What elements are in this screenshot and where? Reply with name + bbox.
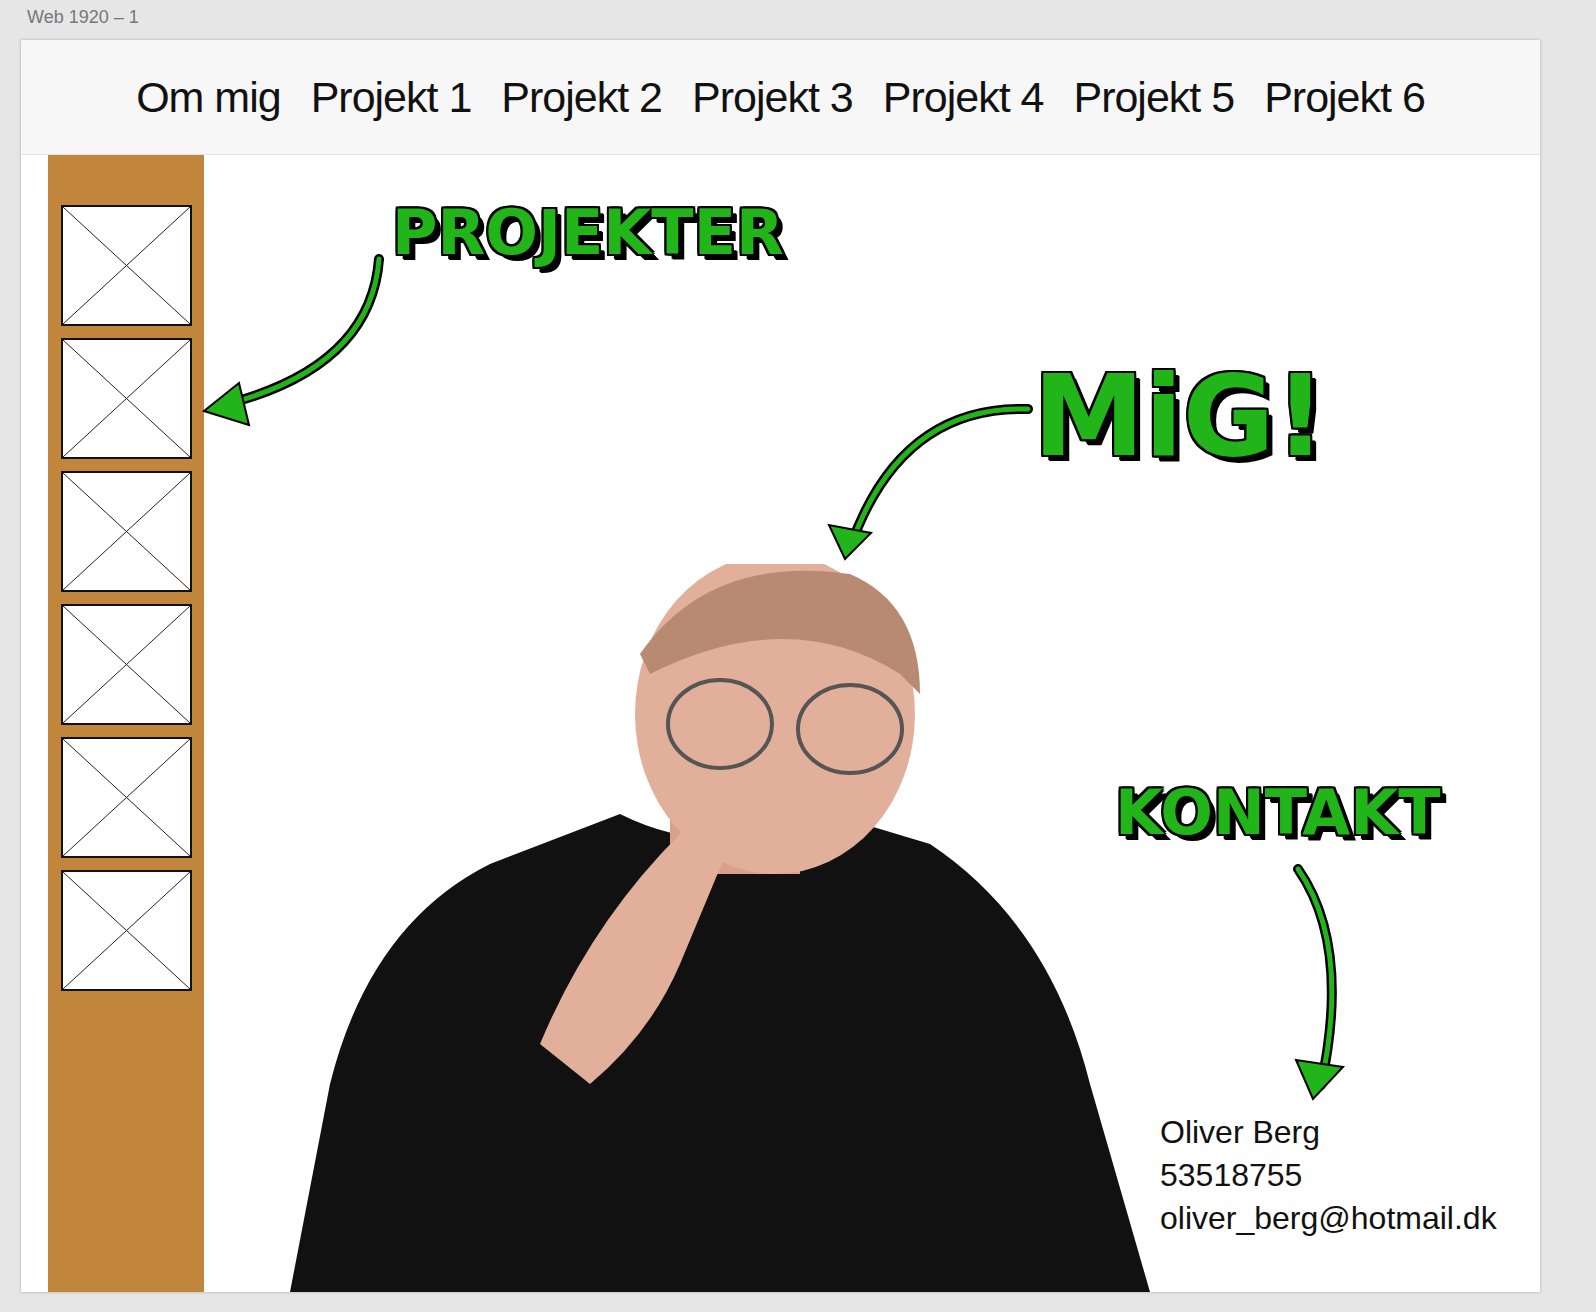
- project-sidebar: [48, 155, 204, 1292]
- contact-line: Oliver Berg: [1160, 1111, 1497, 1154]
- nav-item[interactable]: Projekt 6: [1264, 73, 1425, 122]
- arrow-kontakt-icon: [1296, 869, 1343, 1099]
- contact-line: 53518755: [1160, 1154, 1497, 1197]
- content-area: PROJEKTER MiG! KONTAKT Oliver Berg53518755o…: [21, 155, 1540, 1292]
- callout-label: MiG!: [1033, 355, 1326, 478]
- nav-item[interactable]: Projekt 5: [1073, 73, 1234, 122]
- project-thumbnail[interactable]: [61, 205, 192, 326]
- nav-item[interactable]: Projekt 3: [692, 73, 853, 122]
- image-placeholder-icon: [63, 207, 190, 324]
- artboard: Om mig Projekt 1 Projekt 2 Projekt 3 Projekt…: [21, 40, 1540, 1292]
- image-placeholder-icon: [63, 606, 190, 723]
- project-thumbnail[interactable]: [61, 338, 192, 459]
- project-thumbnail[interactable]: [61, 737, 192, 858]
- contact-info: Oliver Berg53518755oliver_berg@hotmail.d…: [1160, 1111, 1497, 1240]
- project-thumbnail[interactable]: [61, 471, 192, 592]
- project-thumbnail[interactable]: [61, 870, 192, 991]
- arrow-mig-icon: [829, 409, 1028, 559]
- nav-bar: Om mig Projekt 1 Projekt 2 Projekt 3 Projekt…: [21, 40, 1540, 155]
- artboard-title: Web 1920 – 1: [21, 6, 1596, 40]
- callout-label: PROJEKTER: [392, 199, 784, 267]
- project-thumbnail[interactable]: [61, 604, 192, 725]
- image-placeholder-icon: [63, 872, 190, 989]
- nav-item[interactable]: Projekt 1: [311, 73, 472, 122]
- nav-item[interactable]: Projekt 4: [883, 73, 1044, 122]
- contact-line: oliver_berg@hotmail.dk: [1160, 1197, 1497, 1240]
- arrow-projekter-icon: [204, 259, 379, 425]
- image-placeholder-icon: [63, 473, 190, 590]
- nav-item[interactable]: Om mig: [136, 73, 281, 122]
- image-placeholder-icon: [63, 739, 190, 856]
- nav-item[interactable]: Projekt 2: [501, 73, 662, 122]
- callout-label: KONTAKT: [1115, 779, 1441, 847]
- portrait-photo: [290, 564, 1166, 1292]
- image-placeholder-icon: [63, 340, 190, 457]
